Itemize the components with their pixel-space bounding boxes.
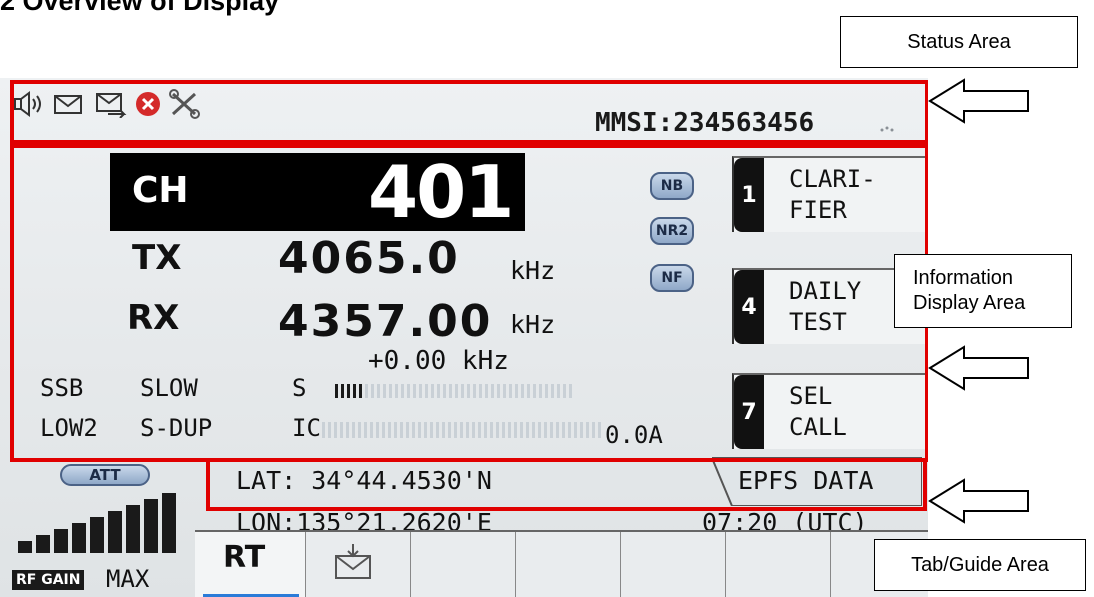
- tab-empty-2[interactable]: [515, 532, 620, 597]
- offset-text: +0.00 kHz: [368, 346, 509, 376]
- signal-spinner-icon: [880, 126, 894, 132]
- status-area-callout: Status Area: [840, 16, 1078, 68]
- tab-empty-3[interactable]: [620, 532, 725, 597]
- att-button[interactable]: ATT: [60, 464, 150, 486]
- softkey-label: CLARI- FIER: [789, 165, 876, 224]
- information-area-arrow-icon: [928, 345, 1029, 391]
- nb-button[interactable]: NB: [650, 172, 694, 200]
- tab-empty-1[interactable]: [410, 532, 515, 597]
- mode-low2: LOW2: [40, 414, 98, 442]
- tab-rt-label: RT: [223, 540, 266, 575]
- mmsi-text: MMSI:234563456: [595, 108, 815, 138]
- tools-icon: [169, 89, 200, 119]
- speaker-icon: [14, 91, 41, 117]
- tx-unit: kHz: [510, 256, 556, 285]
- error-icon: [136, 92, 160, 116]
- softkey-number: 7: [734, 375, 764, 449]
- nr2-button[interactable]: NR2: [650, 217, 694, 245]
- softkey-number: 1: [734, 158, 764, 232]
- status-area-arrow-icon: [928, 78, 1029, 124]
- mode-slow: SLOW: [140, 374, 198, 402]
- tab-rt[interactable]: RT: [195, 532, 305, 597]
- softkey-number: 4: [734, 270, 764, 344]
- softkey-clarifier[interactable]: 1 CLARI- FIER: [732, 156, 928, 232]
- information-area-callout-line2: Display Area: [913, 292, 1026, 314]
- tab-guide-area-arrow-icon: [928, 478, 1029, 524]
- page-heading: 2 Overview of Display: [0, 0, 280, 16]
- mode-s-dup: S-DUP: [140, 414, 213, 442]
- current-text: 0.0A: [605, 421, 663, 449]
- mail-forward-icon: [96, 93, 127, 118]
- s-meter-label: S: [292, 374, 307, 402]
- softkey-label: DAILY TEST: [789, 277, 862, 336]
- ic-meter-label: IC: [292, 414, 321, 442]
- rf-gain-value: MAX: [106, 565, 150, 593]
- tx-frequency: 4065.0: [278, 233, 460, 284]
- information-area-callout: Information Display Area: [894, 254, 1072, 328]
- softkey-sel-call[interactable]: 7 SEL CALL: [732, 373, 928, 449]
- channel-label: CH: [132, 170, 189, 211]
- rf-gain-bars: [18, 493, 176, 553]
- mode-ssb: SSB: [40, 374, 84, 402]
- rx-unit: kHz: [510, 310, 556, 339]
- tab-mail[interactable]: [305, 532, 410, 597]
- status-area-callout-text: Status Area: [907, 30, 1011, 53]
- ic-meter: [322, 422, 602, 438]
- rx-label: RX: [127, 298, 180, 338]
- radio-display: MMSI:234563456 CH 401 NB NR2 NF TX 4065.…: [0, 78, 928, 597]
- s-meter: [335, 384, 615, 402]
- latitude-text: LAT: 34°44.4530'N: [236, 466, 492, 495]
- mail-receive-icon: [335, 544, 371, 579]
- epfs-data-tab[interactable]: EPFS DATA: [738, 466, 873, 495]
- tx-label: TX: [132, 238, 182, 278]
- nf-button[interactable]: NF: [650, 264, 694, 292]
- tab-bar: RT: [195, 530, 928, 597]
- envelope-icon: [54, 95, 82, 114]
- tab-guide-area-callout-text: Tab/Guide Area: [911, 553, 1049, 576]
- information-area-callout-line1: Information: [913, 267, 1014, 289]
- tab-empty-4[interactable]: [725, 532, 830, 597]
- rx-frequency: 4357.00: [278, 296, 493, 347]
- rf-gain-label: RF GAIN: [12, 570, 85, 590]
- tab-guide-area-callout: Tab/Guide Area: [874, 539, 1086, 591]
- channel-number: 401: [368, 150, 514, 234]
- softkey-label: SEL CALL: [789, 382, 847, 441]
